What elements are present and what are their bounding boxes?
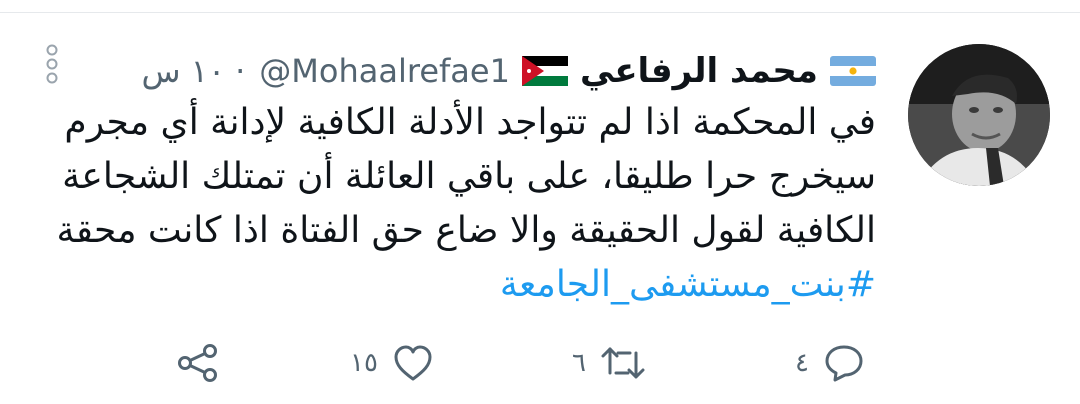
- retweet-button[interactable]: ٦: [572, 338, 646, 388]
- retweet-count: ٦: [572, 348, 586, 378]
- top-divider: [0, 12, 1080, 13]
- reply-button[interactable]: ٤: [795, 338, 865, 388]
- author-handle[interactable]: @Mohaalrefae1: [259, 52, 510, 90]
- tweet-header: محمد الرفاعي @Mohaalrefae1 · ١٠ س: [142, 47, 876, 95]
- argentina-flag-icon: [830, 56, 876, 86]
- reply-icon: [825, 345, 863, 382]
- share-icon: [178, 344, 217, 382]
- hashtag-link[interactable]: #بنت_مستشفى_الجامعة: [36, 258, 876, 312]
- reply-count: ٤: [795, 348, 809, 378]
- heart-icon: [394, 345, 432, 381]
- tweet-line: في المحكمة اذا لم تتواجد الأدلة الكافية …: [64, 102, 876, 143]
- tweet-text: في المحكمة اذا لم تتواجد الأدلة الكافية …: [36, 96, 876, 312]
- avatar[interactable]: [908, 44, 1050, 186]
- tweet-line: الكافية لقول الحقيقة والا ضاع حق الفتاة …: [56, 210, 876, 251]
- separator-dot: ·: [235, 52, 246, 90]
- like-button[interactable]: ١٥: [350, 338, 434, 388]
- author-name[interactable]: محمد الرفاعي: [580, 51, 818, 91]
- more-options-icon[interactable]: [44, 42, 60, 86]
- tweet-time[interactable]: ١٠ س: [142, 52, 226, 90]
- jordan-flag-icon: [521, 56, 568, 86]
- like-count: ١٥: [350, 348, 378, 378]
- tweet-line: سيخرج حرا طليقا، على باقي العائلة أن تمت…: [62, 156, 876, 197]
- retweet-icon: [601, 347, 645, 379]
- share-button[interactable]: [176, 338, 220, 388]
